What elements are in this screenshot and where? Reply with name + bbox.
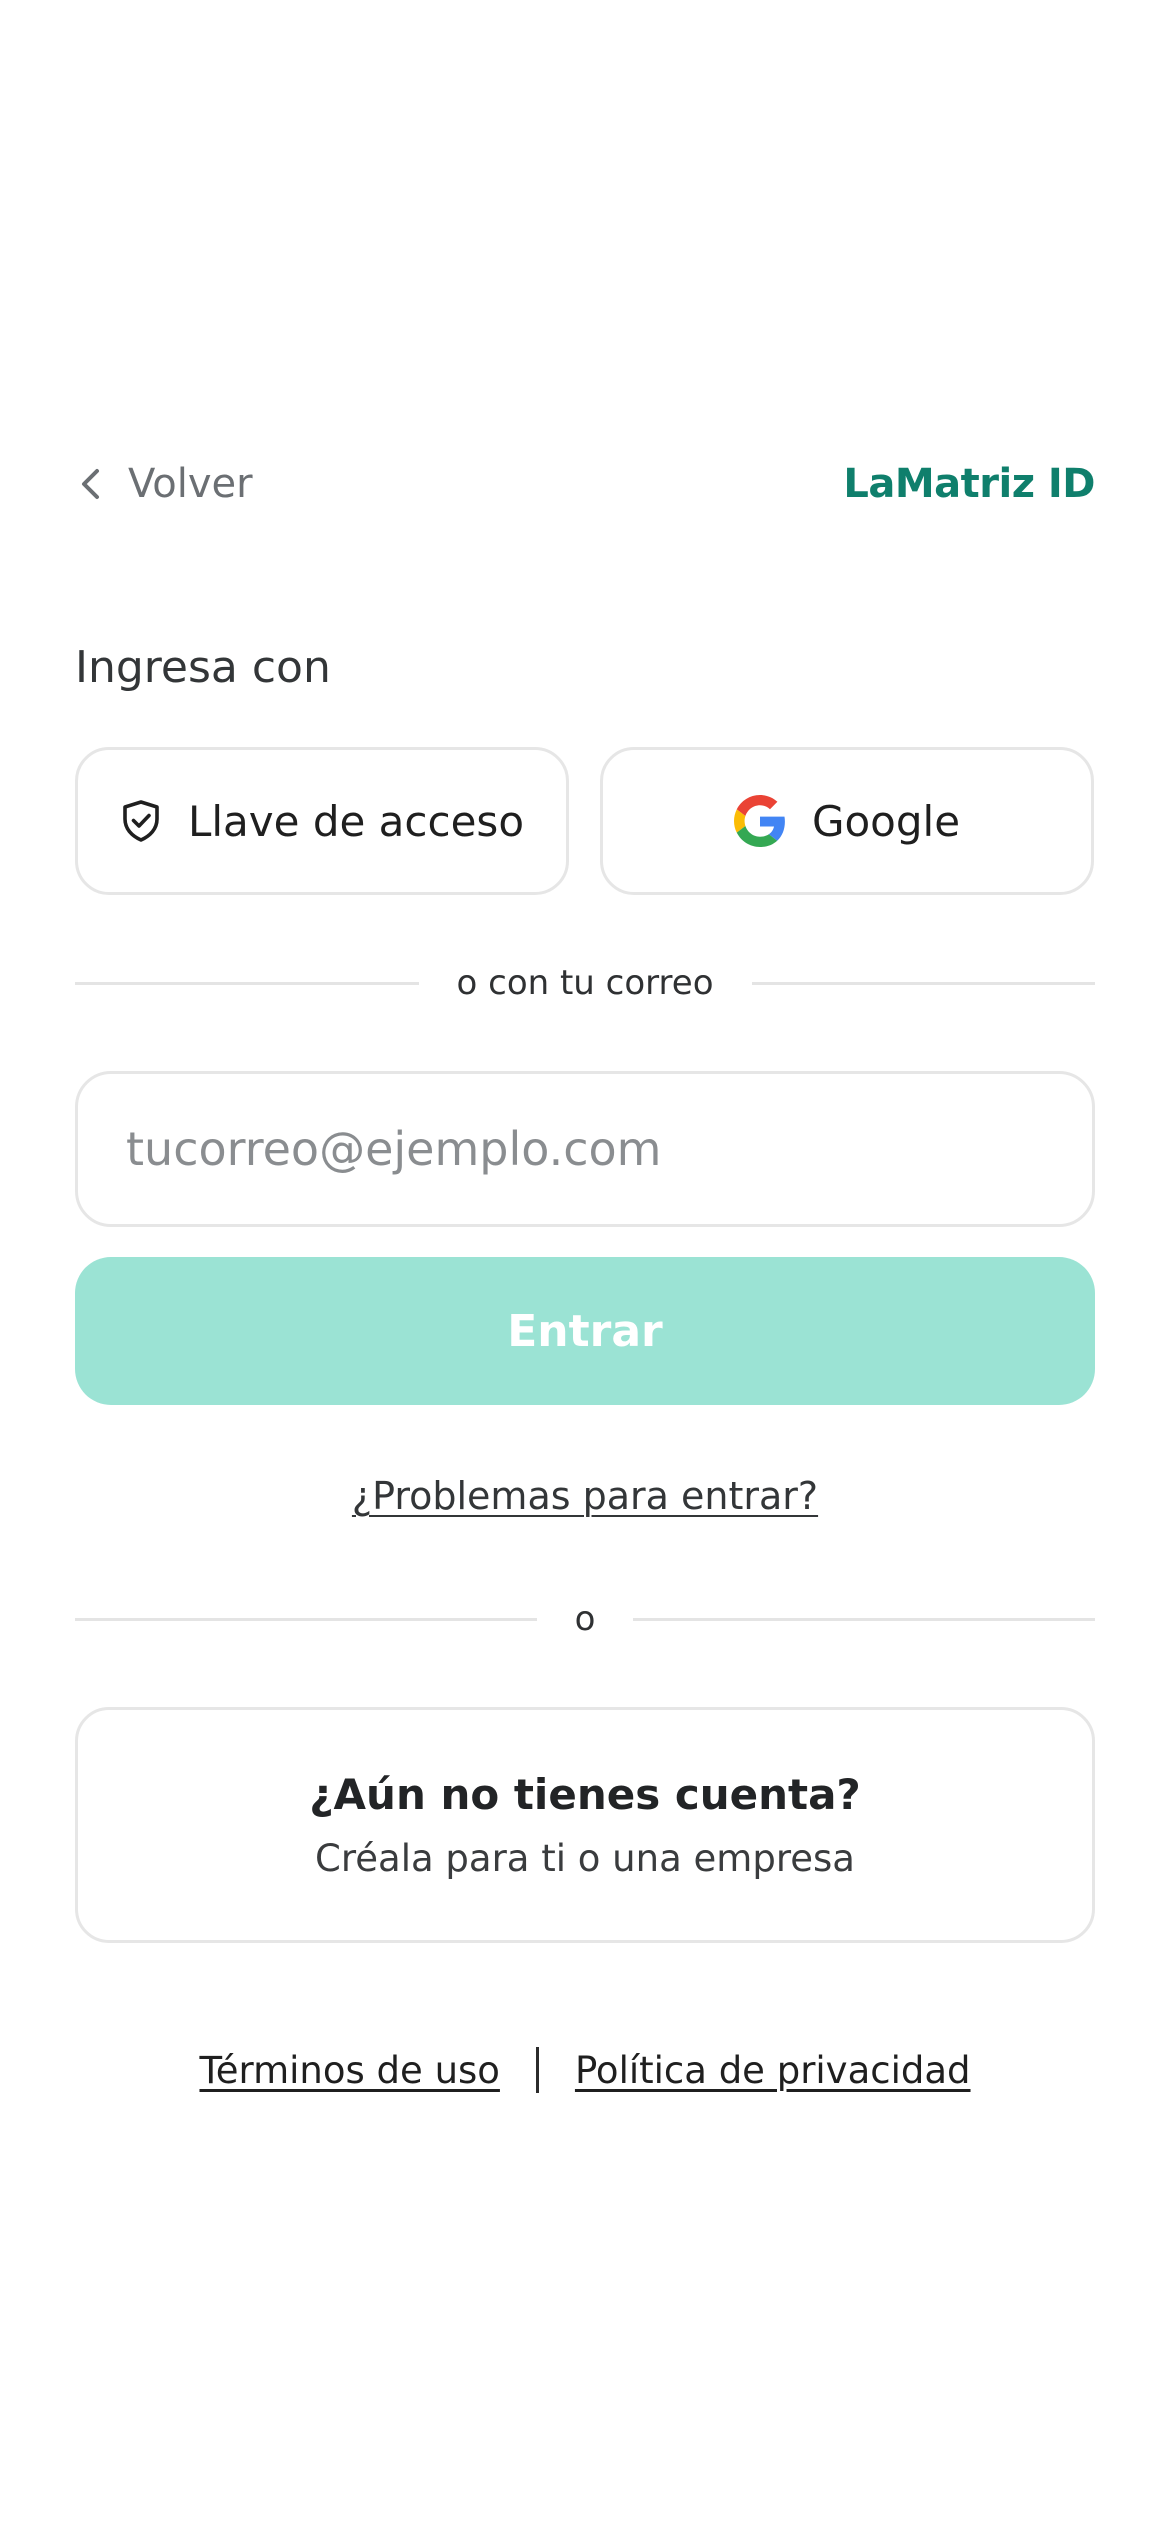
help-link-row: ¿Problemas para entrar?	[0, 1474, 1170, 1518]
passkey-label: Llave de acceso	[187, 796, 525, 846]
privacy-link[interactable]: Política de privacidad	[575, 2049, 971, 2092]
email-input[interactable]	[75, 1071, 1095, 1227]
back-button[interactable]: Volver	[76, 456, 253, 512]
shield-check-icon	[120, 799, 162, 843]
create-account-card[interactable]: ¿Aún no tienes cuenta? Créala para ti o …	[75, 1707, 1095, 1943]
footer-separator	[535, 2047, 539, 2093]
brand-logo: LaMatriz ID	[843, 461, 1095, 507]
login-heading: Ingresa con	[75, 642, 331, 693]
back-label: Volver	[128, 461, 253, 507]
create-account-subtitle: Créala para ti o una empresa	[315, 1837, 855, 1880]
chevron-left-icon	[82, 469, 99, 499]
footer-links: Términos de uso Política de privacidad	[0, 2040, 1170, 2100]
google-label: Google	[811, 796, 961, 846]
divider-line	[633, 1617, 1095, 1621]
terms-link[interactable]: Términos de uso	[199, 2049, 499, 2092]
login-screen: Volver LaMatriz ID Ingresa con Llave de …	[0, 0, 1170, 2532]
divider-line	[751, 981, 1096, 985]
email-divider: o con tu correo	[75, 958, 1096, 1008]
google-button[interactable]: Google	[600, 747, 1094, 895]
divider-line	[75, 1617, 537, 1621]
or-divider-text: o	[574, 1599, 596, 1639]
divider-line	[75, 981, 419, 985]
or-divider: o	[75, 1594, 1095, 1644]
passkey-button[interactable]: Llave de acceso	[75, 747, 569, 895]
submit-button[interactable]: Entrar	[75, 1257, 1095, 1405]
create-account-title: ¿Aún no tienes cuenta?	[309, 1770, 861, 1819]
email-divider-text: o con tu correo	[456, 963, 714, 1003]
google-logo-icon	[733, 795, 786, 847]
trouble-signing-in-link[interactable]: ¿Problemas para entrar?	[352, 1474, 818, 1518]
